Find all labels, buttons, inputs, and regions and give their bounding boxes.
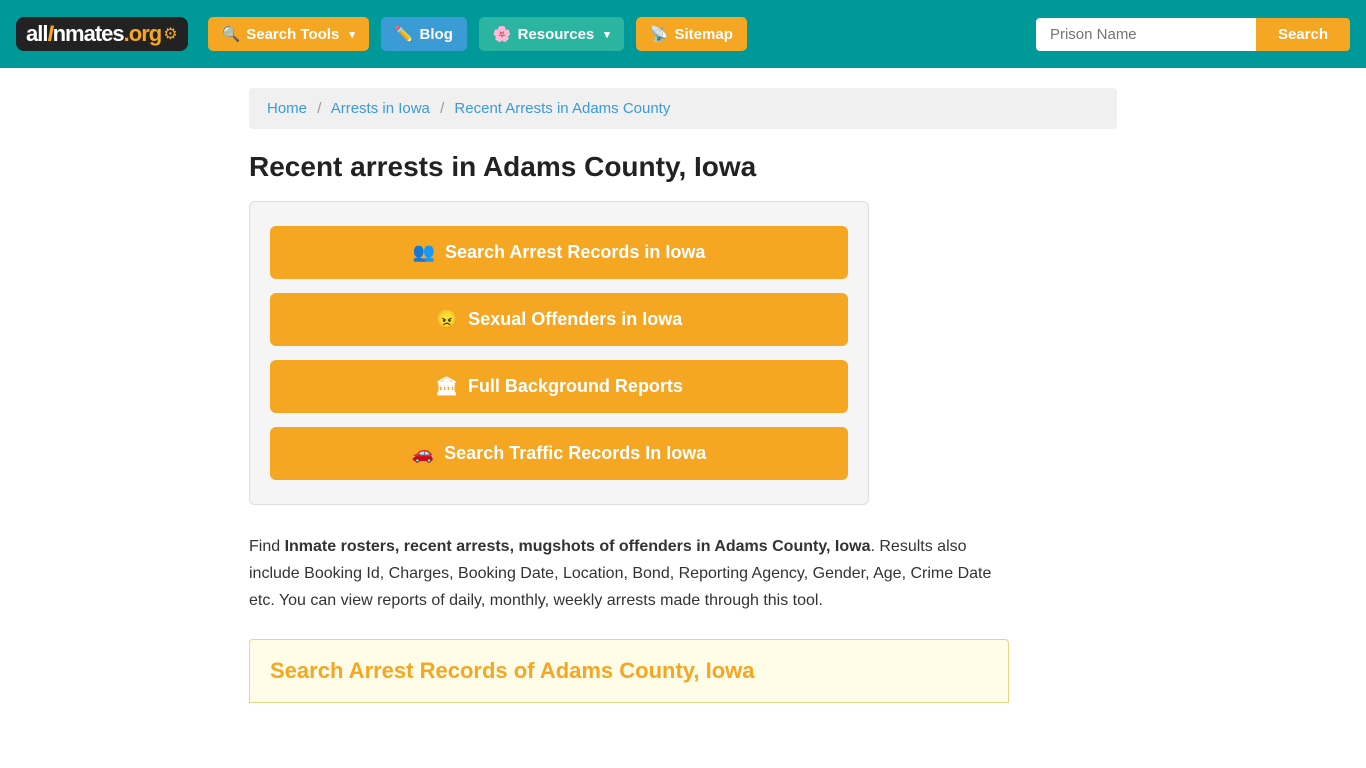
search-section-heading: Search Arrest Records of Adams County, I… bbox=[249, 639, 1009, 703]
car-icon: 🚗 bbox=[412, 443, 434, 464]
site-logo[interactable]: allInmates.org ⚙ bbox=[16, 17, 188, 51]
offender-icon: 😠 bbox=[436, 309, 458, 330]
people-icon: 👥 bbox=[413, 242, 435, 263]
sitemap-button[interactable]: Sitemap bbox=[636, 17, 747, 51]
blog-button[interactable]: Blog bbox=[381, 17, 467, 51]
breadcrumb-separator: / bbox=[317, 100, 321, 117]
breadcrumb-arrests-iowa[interactable]: Arrests in Iowa bbox=[331, 100, 430, 117]
bold-description: Inmate rosters, recent arrests, mugshots… bbox=[285, 538, 871, 555]
search-arrest-records-button[interactable]: 👥 Search Arrest Records in Iowa bbox=[270, 226, 848, 279]
logo-gear-icon: ⚙ bbox=[163, 24, 177, 44]
resources-button[interactable]: Resources ▾ bbox=[479, 17, 624, 51]
sexual-offenders-button[interactable]: 😠 Sexual Offenders in Iowa bbox=[270, 293, 848, 346]
main-content: Home / Arrests in Iowa / Recent Arrests … bbox=[233, 68, 1133, 723]
search-tools-button[interactable]: Search Tools ▾ bbox=[208, 17, 369, 51]
page-description: Find Inmate rosters, recent arrests, mug… bbox=[249, 533, 1009, 615]
site-header: allInmates.org ⚙ Search Tools ▾ Blog Res… bbox=[0, 0, 1366, 68]
building-icon: 🏛 bbox=[435, 376, 458, 397]
header-search: Search bbox=[1036, 18, 1350, 51]
full-background-reports-button[interactable]: 🏛 Full Background Reports bbox=[270, 360, 848, 413]
chevron-down-icon: ▾ bbox=[349, 28, 355, 41]
breadcrumb-current: Recent Arrests in Adams County bbox=[454, 100, 670, 117]
logo-text: allInmates.org bbox=[26, 21, 161, 47]
prison-name-input[interactable] bbox=[1036, 18, 1256, 51]
rss-icon bbox=[650, 25, 669, 43]
header-search-button[interactable]: Search bbox=[1256, 18, 1350, 51]
page-title: Recent arrests in Adams County, Iowa bbox=[249, 151, 1117, 183]
breadcrumb-home[interactable]: Home bbox=[267, 100, 307, 117]
resources-icon bbox=[493, 25, 512, 43]
action-buttons-box: 👥 Search Arrest Records in Iowa 😠 Sexual… bbox=[249, 201, 869, 505]
breadcrumb-separator-2: / bbox=[440, 100, 444, 117]
search-icon bbox=[222, 25, 241, 43]
search-traffic-records-button[interactable]: 🚗 Search Traffic Records In Iowa bbox=[270, 427, 848, 480]
breadcrumb: Home / Arrests in Iowa / Recent Arrests … bbox=[249, 88, 1117, 129]
chevron-down-icon: ▾ bbox=[604, 28, 610, 41]
blog-icon bbox=[395, 25, 414, 43]
